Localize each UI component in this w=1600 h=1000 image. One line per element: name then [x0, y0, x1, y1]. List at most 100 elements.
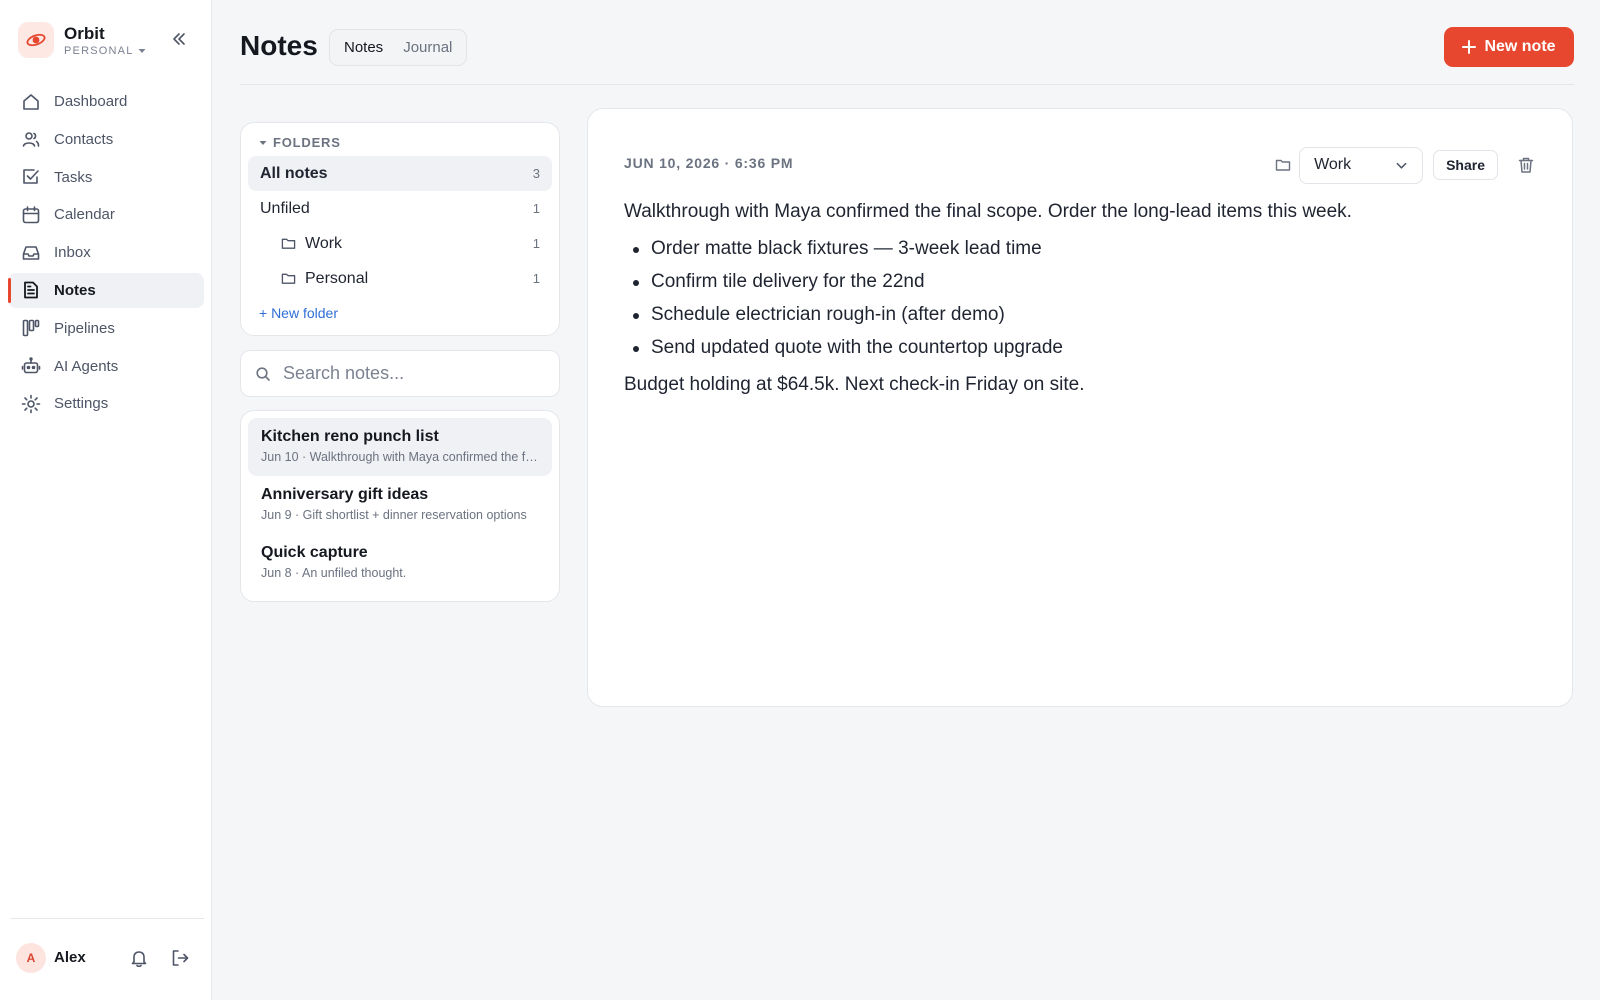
folder-all-notes[interactable]: All notes 3	[248, 156, 552, 191]
note-bullet: Confirm tile delivery for the 22nd	[624, 265, 1534, 298]
folder-label: Work	[305, 234, 343, 252]
nav-item-notes[interactable]: Notes	[8, 272, 204, 308]
nav-label-dashboard: Dashboard	[54, 93, 128, 110]
view-tabs: Notes Journal	[329, 29, 468, 66]
folder-select-value: Work	[1314, 156, 1352, 173]
tab-notes[interactable]: Notes	[334, 33, 393, 62]
folders-panel: FOLDERS All notes 3 Unfiled 1 Work 1 Per…	[240, 122, 560, 336]
home-icon	[20, 91, 42, 113]
notes-list: Kitchen reno punch list Jun 10 · Walkthr…	[240, 410, 560, 602]
folders-heading: FOLDERS	[273, 135, 341, 150]
trash-icon	[1517, 156, 1535, 174]
note-item-quick-capture[interactable]: Quick capture Jun 8 · An unfiled thought…	[248, 534, 552, 592]
caret-down-icon	[138, 48, 146, 54]
user-name: Alex	[54, 949, 86, 966]
folder-count: 3	[532, 166, 540, 181]
folder-personal[interactable]: Personal 1	[248, 261, 552, 296]
folders-toggle[interactable]: FOLDERS	[259, 135, 341, 150]
logout-icon	[170, 948, 190, 968]
note-title: Kitchen reno punch list	[261, 428, 439, 445]
nav-item-settings[interactable]: Settings	[8, 386, 204, 421]
workspace-label: PERSONAL	[64, 45, 134, 57]
new-note-button[interactable]: New note	[1444, 27, 1574, 67]
calendar-icon	[20, 204, 42, 226]
workspace-name: PERSONAL	[64, 45, 146, 57]
note-editor: JUN 10, 2026 · 6:36 PM Work Share Walkth…	[587, 108, 1573, 707]
avatar[interactable]: A	[16, 943, 46, 973]
note-title: Quick capture	[261, 544, 368, 561]
search-icon	[255, 366, 271, 382]
editor-toolbar: Work Share	[1273, 146, 1536, 184]
note-bullet: Order matte black fixtures — 3-week lead…	[624, 232, 1534, 265]
folder-unfiled[interactable]: Unfiled 1	[248, 191, 552, 226]
nav-label-notes: Notes	[54, 281, 96, 299]
note-meta: Jun 9 · Gift shortlist + dinner reservat…	[261, 508, 527, 522]
note-paragraph: Budget holding at $64.5k. Next check-in …	[624, 374, 1085, 395]
users-icon	[20, 128, 42, 150]
plus-icon	[1462, 40, 1477, 54]
sidebar: Orbit PERSONAL Dashboard Contacts Tasks …	[0, 0, 212, 1000]
note-meta: Jun 10 · Walkthrough with Maya confirmed…	[261, 450, 539, 464]
caret-down-icon	[259, 140, 267, 146]
header-divider	[240, 84, 1574, 85]
folder-work[interactable]: Work 1	[248, 226, 552, 261]
page-title: Notes	[240, 30, 318, 61]
brand-name: Orbit	[64, 24, 105, 43]
note-timestamp: JUN 10, 2026 · 6:36 PM	[624, 155, 794, 171]
note-bullet: Send updated quote with the countertop u…	[624, 331, 1534, 364]
nav-item-dashboard[interactable]: Dashboard	[8, 84, 204, 119]
inbox-icon	[20, 242, 42, 264]
gear-icon	[20, 393, 42, 415]
folder-label: Personal	[305, 269, 369, 287]
note-bullet-list: Order matte black fixtures — 3-week lead…	[624, 232, 1534, 364]
chevrons-left-icon	[171, 31, 187, 47]
chevron-down-icon	[1395, 159, 1408, 172]
nav-item-contacts[interactable]: Contacts	[8, 122, 204, 157]
bell-icon	[129, 948, 149, 968]
new-folder-link[interactable]: + New folder	[259, 305, 338, 321]
logout-button[interactable]	[168, 946, 192, 970]
note-meta: Jun 8 · An unfiled thought.	[261, 566, 407, 580]
note-item-kitchen-reno[interactable]: Kitchen reno punch list Jun 10 · Walkthr…	[248, 418, 552, 476]
search-input[interactable]	[283, 363, 543, 384]
folder-label: All notes	[260, 164, 328, 182]
nav-label-tasks: Tasks	[54, 168, 93, 186]
tab-journal[interactable]: Journal	[393, 33, 462, 62]
nav-item-pipelines[interactable]: Pipelines	[8, 311, 204, 346]
robot-icon	[20, 355, 42, 377]
notifications-button[interactable]	[127, 946, 151, 970]
nav-item-calendar[interactable]: Calendar	[8, 197, 204, 232]
new-note-label: New note	[1484, 38, 1556, 55]
orbit-logo-icon	[18, 22, 54, 58]
note-paragraph: Walkthrough with Maya confirmed the fina…	[624, 201, 1352, 222]
checkbox-icon	[20, 166, 42, 188]
nav-label-contacts: Contacts	[54, 130, 114, 148]
folder-icon	[281, 236, 297, 252]
nav-label-pipelines: Pipelines	[54, 319, 115, 337]
note-icon	[20, 279, 42, 301]
folder-icon	[1273, 155, 1293, 175]
share-button[interactable]: Share	[1433, 150, 1498, 180]
note-body[interactable]: Walkthrough with Maya confirmed the fina…	[624, 195, 1534, 401]
nav-item-inbox[interactable]: Inbox	[8, 235, 204, 270]
user-footer: A Alex	[10, 918, 204, 1000]
nav-label-settings: Settings	[54, 395, 109, 413]
note-bullet: Schedule electrician rough-in (after dem…	[624, 298, 1534, 331]
nav-item-tasks[interactable]: Tasks	[8, 160, 204, 195]
delete-note-button[interactable]	[1516, 155, 1536, 175]
collapse-sidebar-button[interactable]	[168, 28, 190, 50]
nav-item-ai-agents[interactable]: AI Agents	[8, 349, 204, 384]
folder-count: 1	[532, 201, 540, 216]
search-box	[240, 350, 560, 397]
folder-label: Unfiled	[260, 199, 310, 217]
folder-select[interactable]: Work	[1299, 146, 1424, 184]
nav-label-calendar: Calendar	[54, 206, 115, 224]
note-item-anniversary-gifts[interactable]: Anniversary gift ideas Jun 9 · Gift shor…	[248, 476, 552, 534]
kanban-icon	[20, 317, 42, 339]
note-title: Anniversary gift ideas	[261, 486, 429, 503]
folder-count: 1	[532, 271, 540, 286]
main-nav: Dashboard Contacts Tasks Calendar Inbox	[8, 84, 204, 424]
folder-icon	[281, 271, 297, 287]
folder-count: 1	[532, 236, 540, 251]
nav-label-ai-agents: AI Agents	[54, 357, 119, 375]
